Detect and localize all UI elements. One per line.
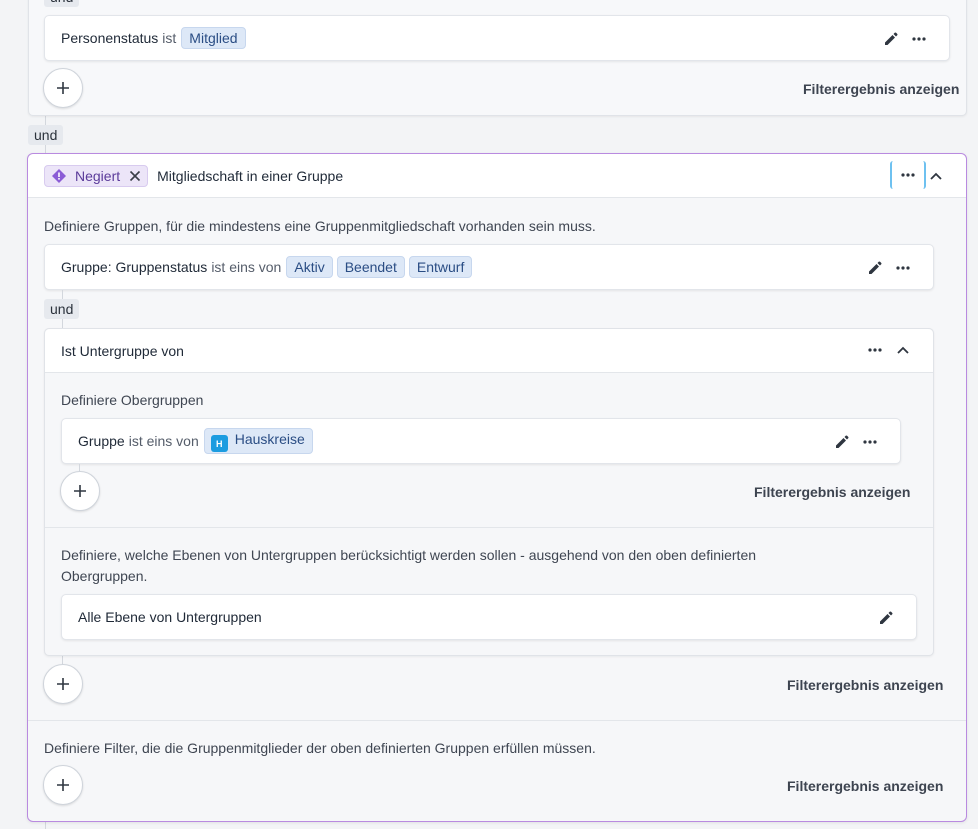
membership-title: Mitgliedschaft in einer Gruppe (157, 168, 344, 184)
subgroup-title: Ist Untergruppe von (61, 343, 184, 359)
more-options-icon[interactable] (864, 339, 886, 361)
pencil-icon[interactable] (831, 431, 853, 453)
condition-field: Personenstatus (61, 30, 159, 46)
more-options-icon[interactable] (908, 28, 930, 50)
plus-icon (57, 779, 69, 791)
plus-icon (57, 82, 69, 94)
warning-diamond-icon (52, 169, 66, 183)
connector-und: und (28, 125, 64, 145)
plus-icon (74, 485, 86, 497)
section-divider (28, 720, 966, 721)
add-group-filter-button[interactable] (43, 664, 83, 704)
condition-field: Gruppe (78, 433, 125, 449)
chevron-up-icon[interactable] (925, 165, 947, 187)
value-chip: Entwurf (408, 256, 473, 278)
section-divider (45, 527, 933, 528)
show-result-link[interactable]: Filterergebnis anzeigen (787, 778, 943, 794)
condition-field: Gruppe: Gruppenstatus (61, 259, 208, 275)
membership-title-row: Negiert Mitgliedschaft in einer Gruppe (44, 165, 343, 187)
close-icon (130, 170, 141, 182)
plus-icon (57, 678, 69, 690)
parent-group-condition[interactable]: Gruppe ist eins von H Hauskreise (61, 418, 901, 464)
add-member-filter-button[interactable] (43, 765, 83, 805)
value-chip: Beendet (336, 256, 405, 278)
add-parent-filter-button[interactable] (60, 471, 100, 511)
more-options-icon[interactable] (890, 161, 926, 189)
chevron-up-icon[interactable] (892, 339, 914, 361)
show-result-link[interactable]: Filterergebnis anzeigen (754, 484, 910, 500)
more-options-icon[interactable] (859, 431, 881, 453)
negated-badge: Negiert (44, 165, 149, 187)
negated-label: Negiert (75, 168, 121, 184)
pencil-icon[interactable] (864, 257, 886, 279)
value-chip: Mitglied (181, 27, 246, 49)
add-filter-button[interactable] (43, 68, 83, 108)
levels-description-line1: Definiere, welche Ebenen von Untergruppe… (61, 547, 757, 563)
condition-operator: ist eins von (211, 259, 282, 275)
levels-value: Alle Ebene von Untergruppen (78, 609, 262, 625)
more-options-icon[interactable] (892, 257, 914, 279)
value-chip: Aktiv (286, 256, 333, 278)
pencil-icon[interactable] (880, 28, 902, 50)
show-result-link[interactable]: Filterergebnis anzeigen (787, 677, 943, 693)
levels-condition[interactable]: Alle Ebene von Untergruppen (61, 594, 917, 640)
groups-description: Definiere Gruppen, für die mindestens ei… (44, 218, 596, 234)
remove-negation-button[interactable] (129, 170, 141, 182)
personenstatus-condition[interactable]: Personenstatus ist Mitglied (44, 15, 950, 61)
condition-operator: ist eins von (128, 433, 199, 449)
connector-und-partial: und (44, 0, 80, 7)
show-result-link[interactable]: Filterergebnis anzeigen (803, 81, 959, 97)
members-description: Definiere Filter, die die Gruppenmitglie… (44, 740, 596, 756)
pencil-icon[interactable] (875, 607, 897, 629)
condition-operator: ist (162, 30, 177, 46)
connector-und: und (44, 299, 80, 319)
group-status-condition[interactable]: Gruppe: Gruppenstatus ist eins von Aktiv… (44, 244, 934, 290)
group-chip: H Hauskreise (203, 427, 313, 455)
group-name: Hauskreise (234, 430, 305, 447)
group-avatar-icon: H (210, 435, 228, 453)
parents-description: Definiere Obergruppen (61, 392, 204, 408)
levels-description-line2: Obergruppen. (61, 568, 148, 584)
